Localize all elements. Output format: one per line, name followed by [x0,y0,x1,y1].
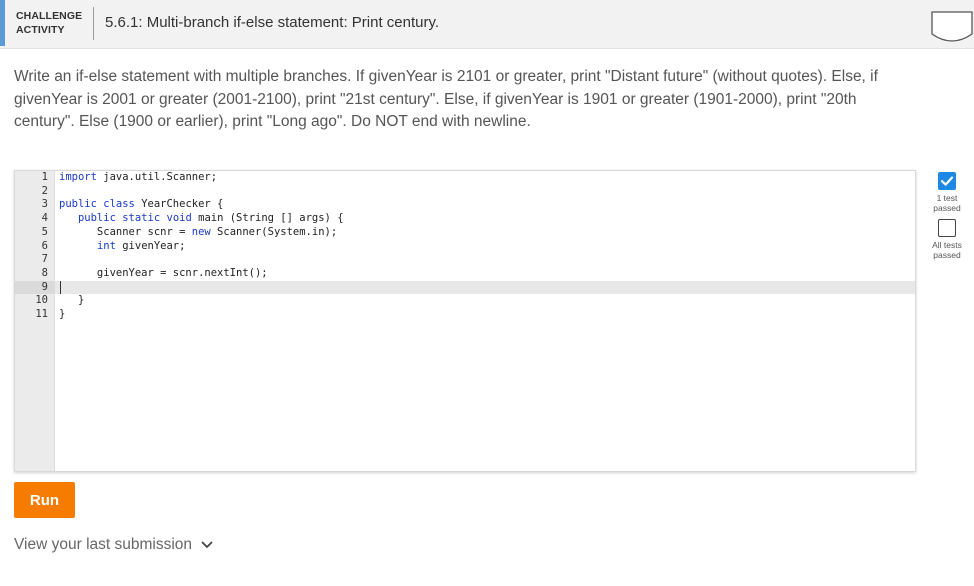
code-line[interactable] [55,185,915,199]
code-line[interactable] [55,281,915,295]
line-number: 1 [41,171,48,183]
code-line[interactable]: Scanner scnr = new Scanner(System.in); [55,226,915,240]
code-line[interactable]: givenYear = scnr.nextInt(); [55,267,915,281]
line-number: 3 [41,198,48,211]
test2-label-line1: All tests [932,240,962,250]
code-line[interactable]: } [55,294,915,308]
activity-header: CHALLENGE ACTIVITY 5.6.1: Multi-branch i… [0,0,974,49]
code-line[interactable]: int givenYear; [55,240,915,254]
line-number: 6 [41,239,48,252]
test1-label-line2: passed [933,203,961,213]
line-number: 9 [41,280,48,293]
badge-line-1: CHALLENGE [16,10,83,22]
empty-checkbox-icon [938,219,956,237]
badge-line-2: ACTIVITY [16,24,65,36]
test1-label: 1 test passed [926,193,968,213]
test1-label-line1: 1 test [936,193,958,203]
code-editor[interactable]: 1 import java.util.Scanner; 2 3 public class… [14,170,916,472]
code-line-text: givenYear = scnr.nextInt(); [59,266,268,279]
header-divider [93,7,94,40]
line-number: 5 [41,225,48,238]
code-line[interactable]: } [55,308,915,322]
checkmark-icon [938,172,956,190]
code-line-text: } [59,294,85,307]
line-number: 10 [35,294,48,307]
line-number: 11 [35,308,48,320]
shield-icon [931,11,973,42]
line-number: 7 [41,253,48,266]
instructions-text: Write an if-else statement with multiple… [14,68,878,130]
run-button[interactable]: Run [14,482,75,518]
chevron-down-icon [201,541,213,548]
header-accent-bar [0,0,5,46]
activity-title: 5.6.1: Multi-branch if-else statement: P… [105,14,440,31]
line-number: 4 [41,212,48,225]
code-line[interactable]: public static void main (String [] args)… [55,212,915,226]
test-status-panel: 1 test passed All tests passed [926,170,968,260]
code-line-text: import java.util.Scanner; [59,171,218,183]
challenge-activity-badge: CHALLENGE ACTIVITY [16,9,82,37]
test2-label: All tests passed [926,240,968,260]
test2-label-line2: passed [933,250,961,260]
code-line-text: } [59,308,66,320]
view-last-submission-link[interactable]: View your last submission [14,536,213,554]
code-line-text: int givenYear; [96,239,186,252]
code-line-text: public static void main (String [] args)… [77,212,344,225]
code-line-text: public class YearChecker { [59,198,224,211]
code-line[interactable] [55,253,915,267]
line-number: 8 [41,266,48,279]
code-line-text: Scanner scnr = new Scanner(System.in); [59,225,338,238]
last-submission-label: View your last submission [14,536,193,553]
code-line[interactable]: import java.util.Scanner; [55,171,915,185]
line-number: 2 [41,184,48,197]
code-line[interactable]: public class YearChecker { [55,198,915,212]
